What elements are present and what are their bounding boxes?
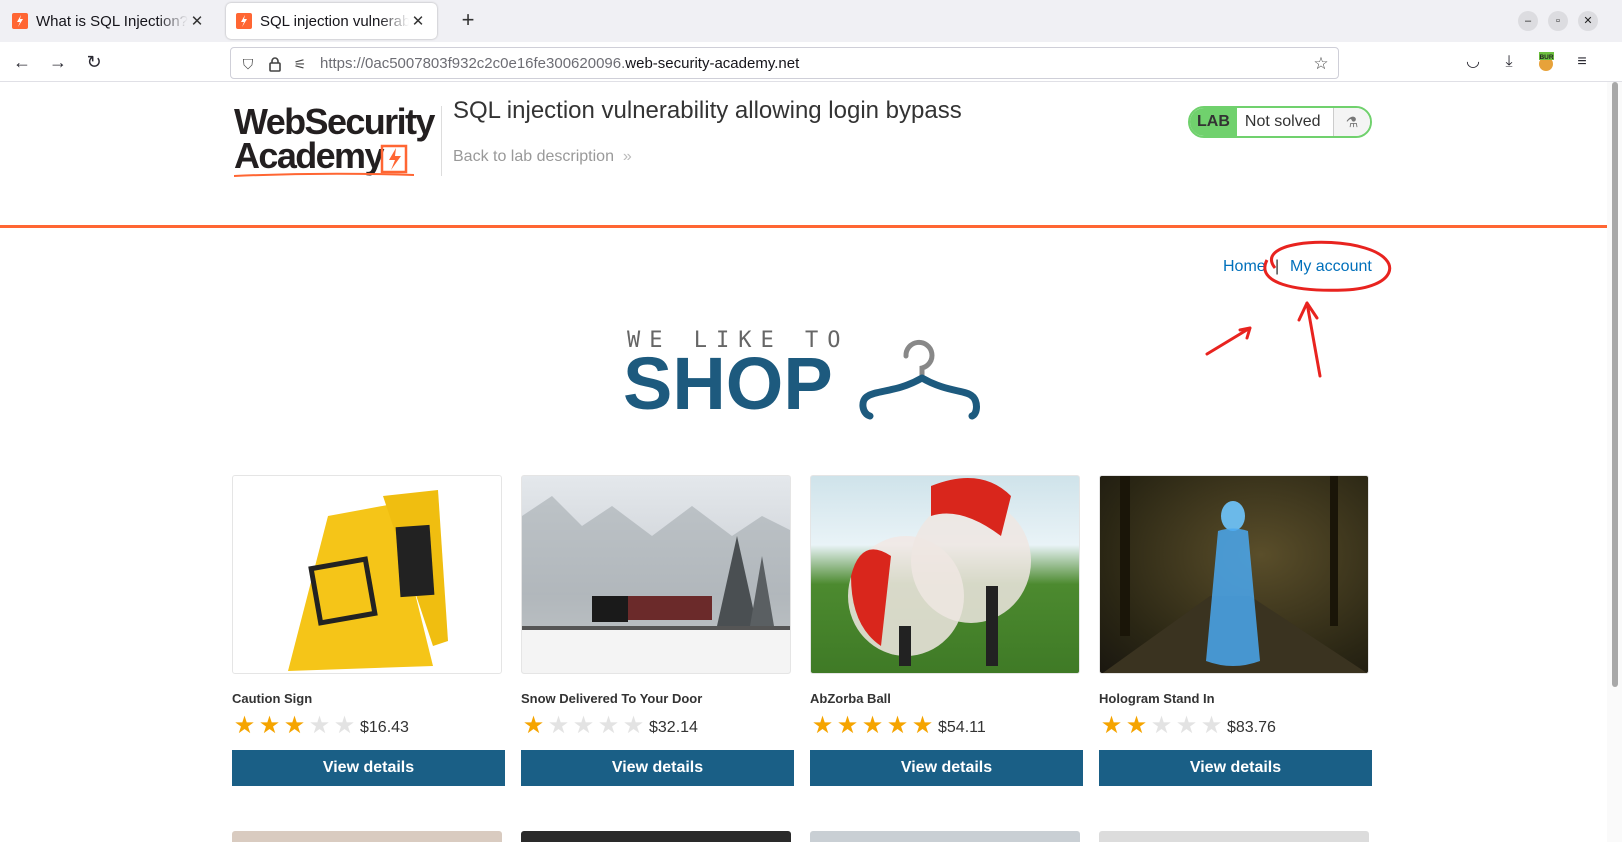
product-price: $54.11 (938, 719, 986, 736)
star-empty-icon: ★ (597, 712, 620, 739)
product-image-peek (521, 831, 791, 842)
tab-bar: What is SQL Injection? Tut ✕ SQL injecti… (0, 0, 1622, 42)
academy-logo-icon (380, 144, 408, 174)
product-image (521, 475, 791, 674)
url-text[interactable]: https://0ac5007803f932c2c0e16fe300620096… (320, 55, 799, 72)
product-image (810, 475, 1080, 674)
star-filled-icon: ★ (1125, 712, 1148, 739)
header-divider (441, 106, 442, 176)
star-empty-icon: ★ (333, 712, 356, 739)
tab-title: SQL injection vulnerabilit (260, 12, 409, 30)
close-window-button[interactable]: ✕ (1578, 11, 1598, 31)
product-image (232, 475, 502, 674)
star-empty-icon: ★ (572, 712, 595, 739)
product-name: AbZorba Ball (810, 691, 891, 706)
pocket-icon[interactable]: ◡ (1463, 52, 1483, 72)
star-empty-icon: ★ (1175, 712, 1198, 739)
product-image-peek (232, 831, 502, 842)
download-icon[interactable]: ⤓ (1499, 52, 1519, 72)
burp-extension-icon[interactable]: BUR (1536, 52, 1556, 72)
star-filled-icon: ★ (811, 712, 834, 739)
star-filled-icon: ★ (258, 712, 281, 739)
lock-icon[interactable] (266, 55, 284, 73)
product-name: Snow Delivered To Your Door (521, 691, 703, 706)
star-empty-icon: ★ (1200, 712, 1223, 739)
shield-icon[interactable]: ⛉ (239, 55, 257, 73)
rating-stars: ★ ★ ★ ★ ★ (521, 714, 646, 738)
back-to-lab-description-link[interactable]: Back to lab description » (453, 148, 632, 166)
star-empty-icon: ★ (622, 712, 645, 739)
tab-title: What is SQL Injection? Tut (36, 12, 188, 30)
forward-button[interactable]: → (46, 50, 70, 74)
logo-line-2: Academy (234, 135, 384, 176)
scrollbar-thumb[interactable] (1612, 82, 1618, 687)
product-image-peek (810, 831, 1080, 842)
star-filled-icon: ★ (283, 712, 306, 739)
star-filled-icon: ★ (836, 712, 859, 739)
browser-tab-1[interactable]: What is SQL Injection? Tut ✕ (2, 3, 216, 39)
restore-window-button[interactable]: ▫ (1548, 11, 1568, 31)
web-security-academy-logo[interactable]: WebSecurity Academy (234, 104, 435, 177)
minimize-window-button[interactable]: – (1518, 11, 1538, 31)
product-card-snow-delivered: Snow Delivered To Your Door ★ ★ ★ ★ ★ $3… (521, 475, 794, 786)
hero-shop-title: SHOP (623, 342, 833, 425)
star-empty-icon: ★ (547, 712, 570, 739)
lab-status-badge: LAB Not solved ⚗ (1188, 106, 1372, 138)
product-name: Hologram Stand In (1099, 691, 1215, 706)
star-empty-icon: ★ (308, 712, 331, 739)
red-annotation-marks (1205, 240, 1392, 378)
page-scrollbar[interactable] (1607, 82, 1622, 842)
permissions-icon[interactable]: ⚟ (291, 55, 309, 73)
logo-underline (234, 172, 414, 177)
flask-icon[interactable]: ⚗ (1332, 108, 1370, 136)
lab-status-text: Not solved (1244, 113, 1321, 130)
portswigger-favicon-icon (236, 13, 252, 29)
view-details-button[interactable]: View details (1099, 750, 1372, 786)
view-details-button[interactable]: View details (810, 750, 1083, 786)
back-link-label: Back to lab description (453, 148, 614, 165)
product-image (1099, 475, 1369, 674)
product-price: $16.43 (360, 719, 409, 736)
rating-stars: ★ ★ ★ ★ ★ (810, 714, 935, 738)
new-tab-button[interactable]: + (455, 8, 481, 34)
star-filled-icon: ★ (861, 712, 884, 739)
rating-stars: ★ ★ ★ ★ ★ (232, 714, 357, 738)
extension-badge-text: BUR (1539, 54, 1553, 61)
navigation-bar: ← → ↻ ⛉ ⚟ https://0ac5007803f932c2c0e16f… (0, 42, 1622, 82)
back-button[interactable]: ← (10, 50, 34, 74)
star-filled-icon: ★ (233, 712, 256, 739)
lab-label: LAB (1190, 108, 1237, 136)
product-card-abzorba-ball: AbZorba Ball ★ ★ ★ ★ ★ $54.11 View detai… (810, 475, 1083, 786)
clothes-hanger-icon (859, 339, 980, 420)
close-tab-icon[interactable]: ✕ (409, 12, 427, 30)
bookmark-star-icon[interactable]: ☆ (1312, 55, 1330, 73)
product-card-caution-sign: Caution Sign ★ ★ ★ ★ ★ $16.43 View detai… (232, 475, 505, 786)
star-filled-icon: ★ (911, 712, 934, 739)
portswigger-favicon-icon (12, 13, 28, 29)
rating-stars: ★ ★ ★ ★ ★ (1099, 714, 1224, 738)
star-filled-icon: ★ (522, 712, 545, 739)
reload-button[interactable]: ↻ (82, 50, 106, 74)
star-filled-icon: ★ (1100, 712, 1123, 739)
product-name: Caution Sign (232, 691, 313, 706)
product-price: $32.14 (649, 719, 698, 736)
star-filled-icon: ★ (886, 712, 909, 739)
lab-header: WebSecurity Academy SQL injection vulner… (0, 82, 1607, 228)
browser-tab-2[interactable]: SQL injection vulnerabilit ✕ (226, 3, 437, 39)
lab-title: SQL injection vulnerability allowing log… (453, 97, 962, 124)
double-chevron-icon: » (618, 148, 632, 165)
star-empty-icon: ★ (1150, 712, 1173, 739)
menu-icon[interactable]: ≡ (1572, 52, 1592, 72)
product-image-peek (1099, 831, 1369, 842)
product-card-hologram-stand-in: Hologram Stand In ★ ★ ★ ★ ★ $83.76 View … (1099, 475, 1372, 786)
view-details-button[interactable]: View details (521, 750, 794, 786)
product-price: $83.76 (1227, 719, 1276, 736)
view-details-button[interactable]: View details (232, 750, 505, 786)
close-tab-icon[interactable]: ✕ (188, 12, 206, 30)
url-bar[interactable]: ⛉ ⚟ https://0ac5007803f932c2c0e16fe30062… (230, 47, 1339, 79)
